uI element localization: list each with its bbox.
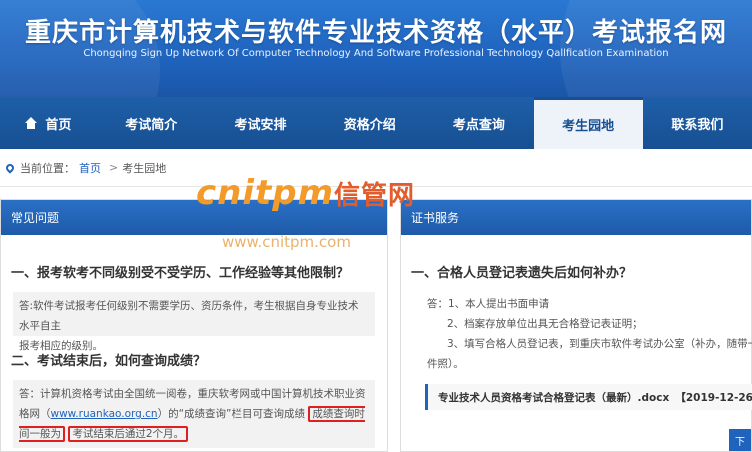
main-nav: 首页 考试简介 考试安排 资格介绍 考点查询 考生园地 联系我们	[0, 97, 752, 149]
watermark-brand-latin: cnitpm	[196, 173, 335, 213]
home-icon	[25, 117, 38, 129]
nav-item-label: 考试简介	[125, 117, 178, 133]
file-download-row[interactable]: 专业技术人员资格考试合格登记表（最新）.docx 【2019-12-26	[425, 384, 752, 410]
nav-item-intro[interactable]: 考试简介	[97, 97, 206, 149]
cert-answer-line: 答：1、本人提出书面申请	[427, 298, 550, 310]
faq-question-1[interactable]: 一、报考软考不同级别受不受学历、工作经验等其他限制？	[1, 262, 359, 281]
breadcrumb-current: 考生园地	[122, 161, 167, 175]
nav-item-home[interactable]: 首页	[0, 97, 97, 149]
cert-answer-line: 件照）。	[427, 358, 464, 370]
watermark-brand-cn: 信管网	[334, 181, 416, 211]
file-name: 专业技术人员资格考试合格登记表（最新）.docx	[438, 391, 670, 404]
certificate-panel: 证书服务 一、合格人员登记表遗失后如何补办？ 答：1、本人提出书面申请 2、档案…	[400, 199, 752, 452]
certificate-panel-title: 证书服务	[401, 200, 751, 235]
faq-answer-2-highlight: 考试结束后通过2个月。	[68, 426, 189, 442]
nav-item-schedule[interactable]: 考试安排	[206, 97, 315, 149]
breadcrumb-prefix: 当前位置：	[20, 161, 75, 175]
nav-item-qualification[interactable]: 资格介绍	[315, 97, 424, 149]
faq-question-2[interactable]: 二、考试结束后，如何查询成绩？	[1, 350, 216, 369]
faq-answer-1: 答:软件考试报考任何级别不需要学历、资历条件，考生根据自身专业技术水平自主 报考…	[13, 292, 375, 352]
breadcrumb-separator: >	[109, 161, 119, 174]
faq-answer-2: 答：计算机资格考试由全国统一阅卷，重庆软考网或中国计算机技术职业资格网（www.…	[13, 380, 375, 448]
nav-item-candidates[interactable]: 考生园地	[533, 97, 643, 149]
ruankao-link[interactable]: www.ruankao.org.cn	[51, 408, 158, 420]
location-pin-icon	[4, 161, 16, 174]
faq-answer-2-paren: （	[40, 408, 51, 420]
site-subtitle: Chongqing Sign Up Network Of Computer Te…	[83, 48, 669, 59]
nav-item-label: 考点查询	[452, 117, 505, 133]
nav-item-label: 考试安排	[234, 117, 287, 133]
cert-answer-line: 3、填写合格人员登记表，到重庆市软件考试办公室（补办，随带一张大一寸	[447, 338, 752, 350]
watermark-url: www.cnitpm.com	[222, 233, 351, 251]
nav-item-label: 考生园地	[562, 119, 615, 134]
nav-item-venue[interactable]: 考点查询	[424, 97, 533, 149]
cert-question-1[interactable]: 一、合格人员登记表遗失后如何补办？	[401, 262, 642, 281]
nav-item-label: 资格介绍	[343, 117, 396, 133]
cert-answer-line: 2、档案存放单位出具无合格登记表证明；	[447, 318, 643, 330]
nav-item-contact[interactable]: 联系我们	[643, 97, 752, 149]
file-date: 【2019-12-26	[675, 391, 752, 404]
faq-answer-1-line1: 答:软件考试报考任何级别不需要学历、资历条件，考生根据自身专业技术水平自主	[19, 300, 359, 332]
nav-item-label: 首页	[45, 117, 72, 133]
site-banner: 重庆市计算机技术与软件专业技术资格（水平）考试报名网 Chongqing Sig…	[0, 0, 752, 97]
breadcrumb-home-link[interactable]: 首页	[79, 160, 101, 176]
site-title: 重庆市计算机技术与软件专业技术资格（水平）考试报名网	[24, 18, 727, 48]
scroll-down-button[interactable]: 下	[729, 429, 751, 451]
cert-answer-1: 答：1、本人提出书面申请 2、档案存放单位出具无合格登记表证明； 3、填写合格人…	[401, 292, 752, 370]
nav-item-label: 联系我们	[671, 117, 724, 133]
watermark-brand: cnitpm信管网	[196, 173, 415, 213]
faq-answer-2-text: ）的“成绩查询”栏目可查询成绩	[157, 408, 305, 420]
